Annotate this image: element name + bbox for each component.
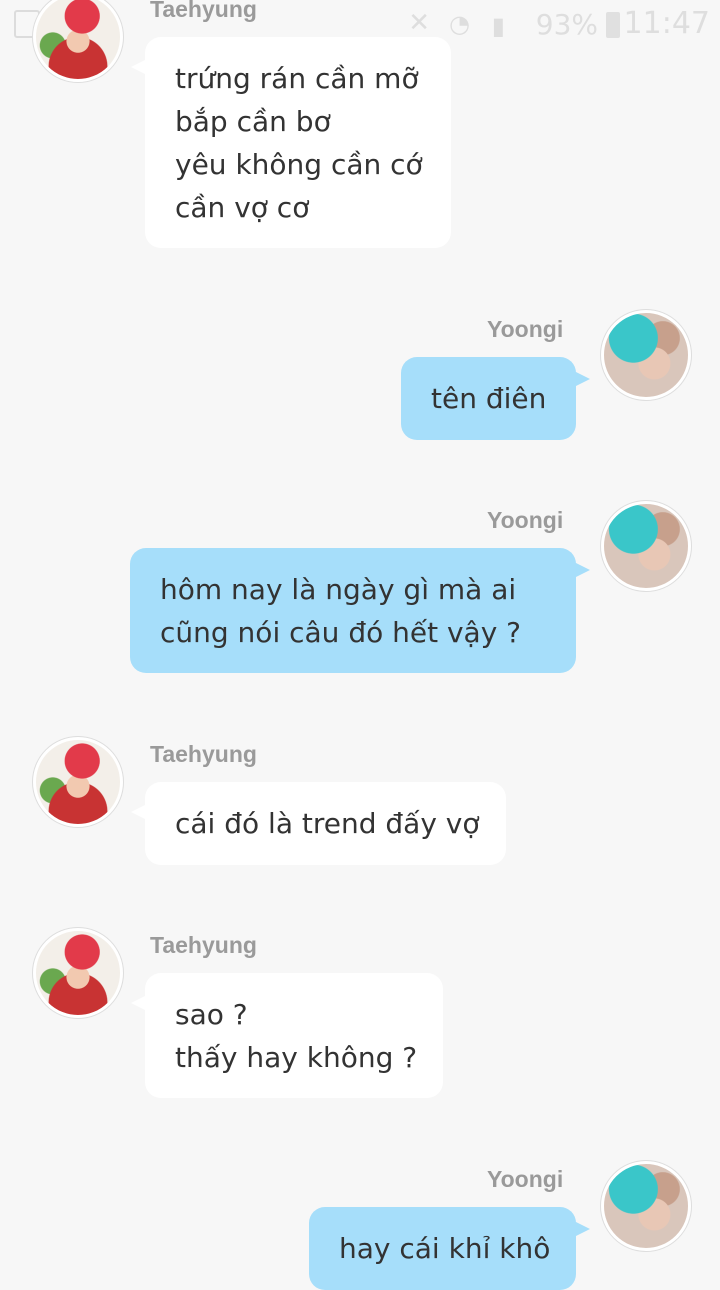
avatar-taehyung[interactable] (33, 928, 123, 1018)
message-line: trứng rán cần mỡ (175, 62, 419, 95)
message-bubble[interactable]: sao ? thấy hay không ? (131, 973, 443, 1098)
battery-percent: 93% (535, 8, 598, 41)
sender-name: Taehyung (150, 741, 257, 767)
avatar-yoongi[interactable] (601, 501, 691, 591)
message-line: cũng nói câu đó hết vậy ? (160, 616, 522, 649)
avatar-taehyung[interactable] (33, 0, 123, 82)
message-line: yêu không cần cớ (175, 148, 423, 181)
message-line: cần vợ cơ (175, 191, 310, 224)
message-bubble[interactable]: hay cái khỉ khô (309, 1207, 590, 1290)
message-line: sao ? (175, 998, 248, 1031)
message-line: hay cái khỉ khô (339, 1232, 551, 1265)
sender-name: Yoongi (487, 316, 564, 342)
sender-name: Yoongi (487, 1166, 564, 1192)
message-bubble[interactable]: trứng rán cần mỡ bắp cần bơ yêu không cầ… (131, 37, 451, 248)
battery-indicator: 93% (536, 8, 620, 41)
wifi-icon: ◔ (449, 10, 470, 38)
message-bubble[interactable]: cái đó là trend đấy vợ (131, 782, 506, 865)
avatar-yoongi[interactable] (601, 1161, 691, 1251)
mute-icon: ✕ (408, 8, 430, 38)
sender-name: Yoongi (487, 507, 564, 533)
avatar-yoongi[interactable] (601, 310, 691, 400)
avatar-taehyung[interactable] (33, 737, 123, 827)
battery-icon (606, 11, 620, 38)
sender-name: Taehyung (150, 932, 257, 958)
message-line: bắp cần bơ (175, 105, 331, 138)
message-bubble[interactable]: hôm nay là ngày gì mà ai cũng nói câu đó… (130, 548, 590, 673)
status-time: 11:47 (623, 6, 710, 41)
signal-icon: ▮ (491, 12, 505, 40)
message-bubble[interactable]: tên điên (401, 357, 590, 440)
sender-name: Taehyung (150, 0, 257, 22)
message-line: hôm nay là ngày gì mà ai (160, 573, 517, 606)
message-line: thấy hay không ? (175, 1041, 418, 1074)
message-line: cái đó là trend đấy vợ (175, 807, 480, 840)
message-line: tên điên (431, 382, 547, 415)
